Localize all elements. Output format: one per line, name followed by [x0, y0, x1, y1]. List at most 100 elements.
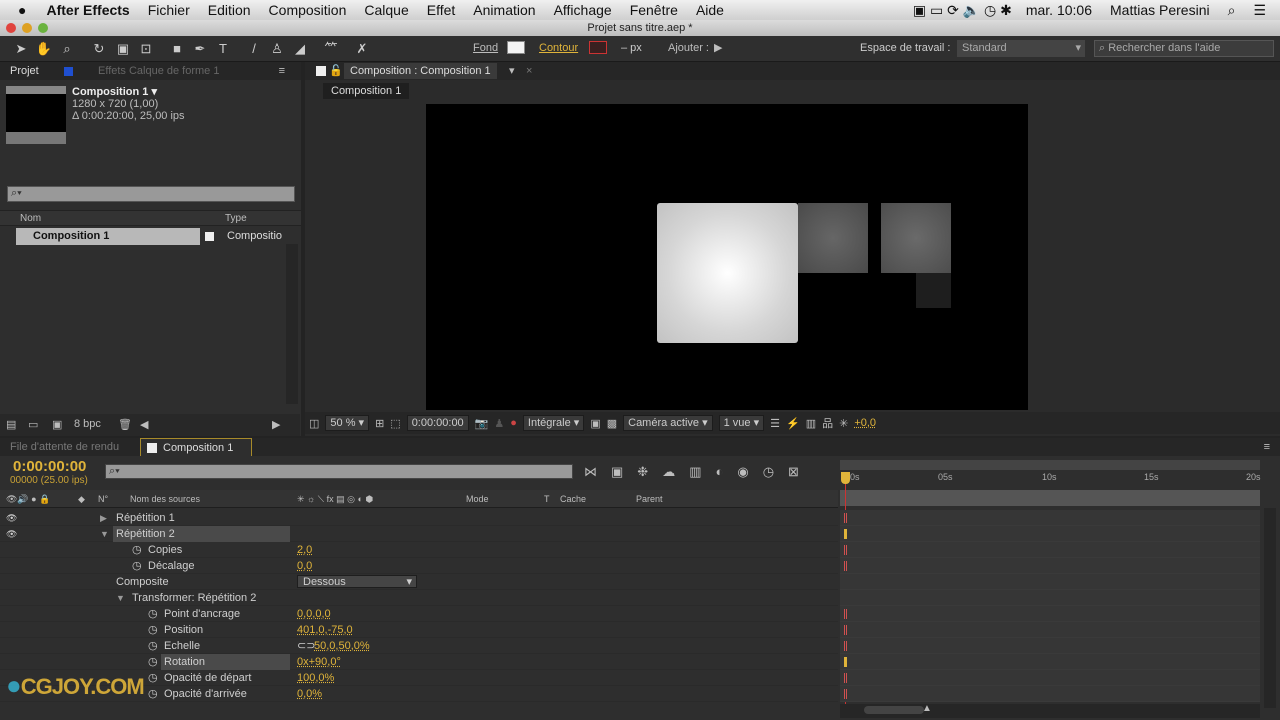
stopwatch-icon[interactable]: ◷ — [148, 622, 158, 638]
property-name[interactable]: Opacité de départ — [161, 670, 254, 686]
menu-calque[interactable]: Calque — [364, 2, 408, 18]
layer-duration-marker[interactable] — [844, 545, 847, 555]
roto-brush-tool-icon[interactable]: ⺮ — [322, 40, 340, 58]
scroll-left-icon[interactable]: ◀ — [140, 418, 148, 431]
stopwatch-icon[interactable]: ◷ — [132, 558, 142, 574]
constrain-proportions-icon[interactable]: ⊂⊃ — [297, 638, 315, 654]
layer-duration-marker[interactable] — [844, 689, 847, 699]
transparency-grid-icon[interactable]: ▩ — [607, 417, 617, 430]
col-type[interactable]: Type — [225, 213, 247, 224]
zoom-slider[interactable]: ▲ — [840, 703, 1260, 718]
property-name[interactable]: Position — [161, 622, 206, 638]
stroke-swatch[interactable] — [589, 41, 607, 54]
panel-menu-icon[interactable]: ≡ — [279, 62, 285, 80]
stroke-label[interactable]: Contour — [539, 42, 578, 54]
project-item-composition[interactable]: Composition 1 — [16, 228, 200, 245]
stroke-width[interactable]: – px — [621, 42, 642, 54]
shape-square-copy-1[interactable] — [798, 203, 868, 273]
frame-blending-icon[interactable]: ▥ — [689, 464, 701, 480]
property-name[interactable]: Rotation — [161, 654, 290, 670]
clone-stamp-tool-icon[interactable]: ♙ — [268, 40, 286, 58]
close-window-button[interactable] — [6, 23, 16, 33]
spotlight-icon[interactable]: ⌕ — [1228, 2, 1236, 19]
pan-behind-tool-icon[interactable]: ⊡ — [137, 40, 155, 58]
twirl-right-icon[interactable]: ▶ — [100, 510, 107, 526]
comp-mini-flowchart-icon[interactable]: ⋈ — [584, 464, 597, 480]
layer-duration-marker[interactable] — [844, 625, 847, 635]
layer-duration-marker[interactable] — [844, 529, 847, 539]
timeline-track[interactable] — [840, 670, 1260, 686]
layer-property-row[interactable]: ◷ Point d'ancrage 0,0,0,0 — [0, 606, 838, 622]
trash-icon[interactable]: 🗑 — [118, 418, 132, 431]
rotate-tool-icon[interactable]: ↻ — [90, 40, 108, 58]
menu-fichier[interactable]: Fichier — [148, 2, 190, 18]
project-scrollbar[interactable] — [286, 244, 298, 404]
zoom-tool-icon[interactable]: ⌕ — [58, 40, 76, 58]
grow-icon[interactable]: ◫ — [309, 417, 319, 430]
panel-menu-icon[interactable]: ≡ — [1264, 438, 1270, 456]
resolution-select[interactable]: Intégrale ▾ — [522, 415, 585, 431]
flowchart-icon[interactable]: 品 — [822, 415, 833, 431]
composition-canvas[interactable] — [426, 104, 1028, 410]
hand-tool-icon[interactable]: ✋ — [35, 40, 53, 58]
fill-swatch[interactable] — [507, 41, 525, 54]
property-name[interactable]: Opacité d'arrivée — [161, 686, 250, 702]
work-area-bar[interactable] — [840, 460, 1260, 470]
workspace-select[interactable]: Standard ▾ — [957, 40, 1085, 57]
list-icon[interactable]: ☰ — [1253, 2, 1266, 19]
camera-tool-icon[interactable]: ▣ — [114, 40, 132, 58]
shape-tool-icon[interactable]: ■ — [168, 40, 186, 58]
timeline-track[interactable] — [840, 558, 1260, 574]
timeline-track[interactable] — [840, 686, 1260, 702]
twirl-down-icon[interactable]: ▼ — [100, 526, 109, 542]
scroll-right-icon[interactable]: ▶ — [272, 418, 280, 431]
zoom-window-button[interactable] — [38, 23, 48, 33]
bit-depth[interactable]: 8 bpc — [74, 418, 101, 430]
minimize-window-button[interactable] — [22, 23, 32, 33]
timeline-icon[interactable]: ▥ — [806, 417, 816, 430]
eye-icon[interactable]: 👁 — [6, 510, 17, 526]
view-layout-select[interactable]: 1 vue ▾ — [718, 415, 765, 431]
stopwatch-icon[interactable]: ◷ — [132, 542, 142, 558]
property-name[interactable]: Répétition 2 — [113, 526, 290, 542]
zoom-in-icon[interactable]: ▲ — [922, 703, 932, 714]
eraser-tool-icon[interactable]: ◢ — [291, 40, 309, 58]
tab-composition[interactable]: Composition : Composition 1 — [344, 63, 497, 79]
interpret-footage-icon[interactable]: ▤ — [6, 418, 16, 431]
playhead[interactable] — [841, 472, 850, 484]
fill-label[interactable]: Fond — [473, 42, 498, 54]
time-ruler[interactable]: 0s 05s 10s 15s 20s — [840, 470, 1261, 488]
region-of-interest-icon[interactable]: ▣ — [590, 417, 600, 430]
col-parent[interactable]: Parent — [636, 490, 663, 508]
layer-duration-marker[interactable] — [844, 561, 847, 571]
project-search-input[interactable]: ⌕▾ — [7, 186, 295, 202]
timeline-track[interactable] — [840, 526, 1260, 542]
layer-duration-marker[interactable] — [844, 609, 847, 619]
tab-project[interactable]: Projet — [10, 62, 39, 80]
stopwatch-icon[interactable]: ◷ — [148, 670, 158, 686]
col-cache[interactable]: Cache — [560, 490, 586, 508]
motion-blur-icon[interactable]: ◐ — [716, 464, 724, 480]
mask-visibility-icon[interactable]: ⬚ — [390, 417, 400, 430]
twirl-down-icon[interactable]: ▼ — [116, 590, 125, 606]
stopwatch-icon[interactable]: ◷ — [148, 638, 158, 654]
exposure-value[interactable]: +0,0 — [854, 417, 876, 429]
col-trkmat[interactable]: T — [544, 490, 550, 508]
timeline-scrollbar[interactable] — [1264, 508, 1276, 708]
apple-icon[interactable]: ● — [18, 2, 26, 18]
property-value[interactable]: 50,0,50,0% — [314, 638, 370, 654]
property-value[interactable]: 100,0% — [297, 670, 334, 686]
col-name[interactable]: Nom — [20, 213, 41, 224]
graph-editor-icon[interactable]: ⊠ — [788, 464, 799, 480]
property-value[interactable]: 0,0% — [297, 686, 322, 702]
user-name[interactable]: Mattias Peresini — [1110, 2, 1210, 18]
menu-animation[interactable]: Animation — [473, 2, 535, 18]
eye-icon[interactable]: 👁 — [6, 526, 17, 542]
stopwatch-icon[interactable]: ◷ — [148, 654, 158, 670]
selection-tool-icon[interactable]: ➤ — [12, 40, 30, 58]
property-name[interactable]: Point d'ancrage — [161, 606, 243, 622]
timeline-search-input[interactable]: ⌕▾ — [105, 464, 573, 479]
close-tab-icon[interactable]: × — [526, 62, 532, 80]
timeline-track[interactable] — [840, 654, 1260, 670]
layer-property-row[interactable]: ◷ Position 401,0,-75,0 — [0, 622, 838, 638]
